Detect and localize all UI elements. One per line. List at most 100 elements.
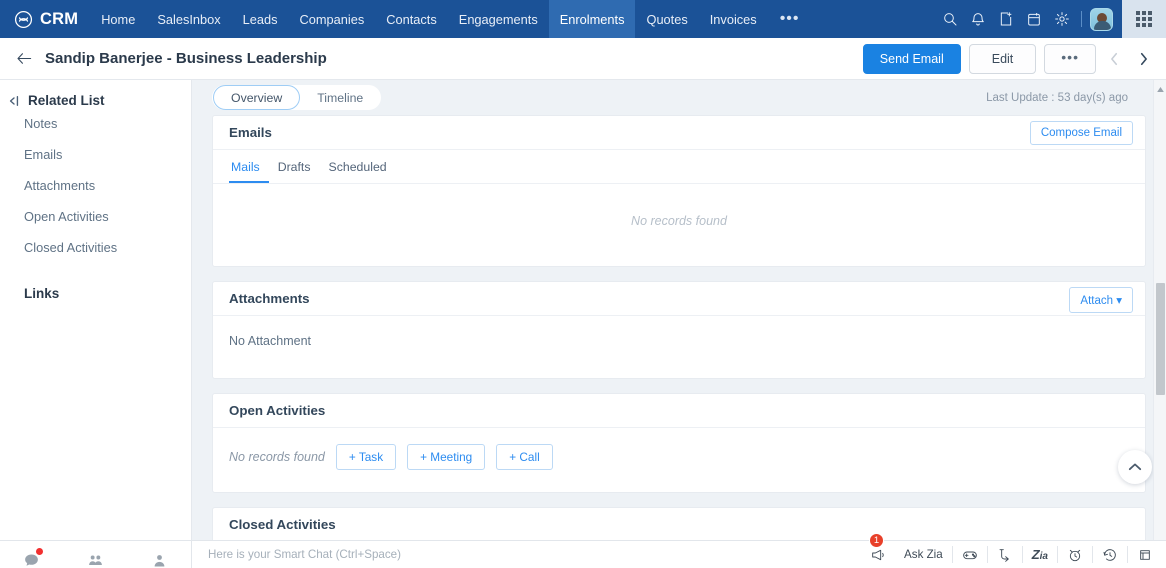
back-arrow-icon[interactable] — [0, 51, 45, 66]
previous-record-icon[interactable] — [1104, 52, 1125, 66]
attachments-card: Attachments Attach ▾ No Attachment — [212, 281, 1146, 379]
body-area: Related List Notes Emails Attachments Op… — [0, 80, 1166, 568]
nav-item-salesinbox[interactable]: SalesInbox — [146, 0, 231, 38]
history-clock-icon[interactable] — [1093, 541, 1127, 568]
overview-tabbar: Overview Timeline Last Update : 53 day(s… — [192, 80, 1166, 115]
nav-divider — [1081, 11, 1082, 27]
compose-email-button[interactable]: Compose Email — [1030, 121, 1133, 145]
page-title: Sandip Banerjee - Business Leadership — [45, 50, 327, 67]
view-toggle-group: Overview Timeline — [212, 85, 381, 110]
emails-card-title: Emails — [229, 125, 272, 140]
nav-item-enrolments[interactable]: Enrolments — [549, 0, 636, 38]
emails-empty-state: No records found — [213, 184, 1145, 266]
main-content: Overview Timeline Last Update : 53 day(s… — [192, 80, 1166, 568]
add-call-button[interactable]: + Call — [496, 444, 553, 470]
related-list-sidebar: Related List Notes Emails Attachments Op… — [0, 80, 192, 568]
next-record-icon[interactable] — [1133, 52, 1154, 66]
nav-item-contacts[interactable]: Contacts — [375, 0, 448, 38]
record-actions: Send Email Edit ••• — [863, 44, 1154, 74]
search-icon[interactable] — [936, 0, 964, 38]
top-nav-right-actions — [936, 0, 1166, 38]
emails-card: Emails Compose Email Mails Drafts Schedu… — [212, 115, 1146, 267]
nav-item-home[interactable]: Home — [90, 0, 146, 38]
notes-icon[interactable] — [1128, 541, 1162, 568]
sidebar-item-notes[interactable]: Notes — [0, 108, 191, 139]
subtab-mails[interactable]: Mails — [229, 160, 269, 183]
open-activities-card-header: Open Activities — [213, 394, 1145, 428]
chat-bubble-icon[interactable] — [14, 541, 50, 568]
scroll-to-top-button[interactable] — [1118, 450, 1152, 484]
emails-card-actions: Compose Email — [1030, 121, 1133, 145]
open-activities-card-title: Open Activities — [229, 403, 325, 418]
subtab-scheduled[interactable]: Scheduled — [320, 160, 396, 183]
person-icon[interactable] — [141, 541, 177, 568]
avatar[interactable] — [1090, 8, 1113, 31]
bottom-status-bar: Here is your Smart Chat (Ctrl+Space) 1 A… — [0, 540, 1166, 568]
cards-container: Emails Compose Email Mails Drafts Schedu… — [192, 115, 1166, 568]
attachments-card-title: Attachments — [229, 291, 310, 306]
alarm-clock-icon[interactable] — [1058, 541, 1092, 568]
nav-more-button[interactable]: ••• — [768, 0, 812, 38]
attach-dropdown-button[interactable]: Attach ▾ — [1069, 287, 1133, 313]
attachments-empty-state: No Attachment — [213, 316, 1145, 378]
crm-logo-text: CRM — [40, 10, 78, 29]
group-icon[interactable] — [77, 541, 113, 568]
primary-nav-items: Home SalesInbox Leads Companies Contacts… — [90, 0, 811, 38]
attachments-card-header: Attachments Attach ▾ — [213, 282, 1145, 316]
scrollbar-up-arrow-icon[interactable] — [1154, 82, 1166, 96]
zia-icon-text: Zia — [1032, 547, 1048, 562]
emails-subtabs: Mails Drafts Scheduled — [213, 150, 1145, 184]
vertical-scrollbar[interactable] — [1153, 80, 1166, 568]
closed-activities-card-title: Closed Activities — [229, 517, 336, 532]
open-activities-body: No records found + Task + Meeting + Call — [213, 428, 1145, 492]
chat-unread-dot — [36, 548, 43, 555]
collapse-panel-icon[interactable] — [8, 95, 20, 107]
crm-logo[interactable]: CRM — [0, 10, 90, 29]
settings-gear-icon[interactable] — [1048, 0, 1076, 38]
sidebar-item-emails[interactable]: Emails — [0, 139, 191, 170]
ask-zia-button[interactable]: Ask Zia — [895, 541, 952, 568]
sidebar-group-links: Links — [0, 263, 191, 301]
sidebar-item-open-activities[interactable]: Open Activities — [0, 201, 191, 232]
smart-chat-input[interactable]: Here is your Smart Chat (Ctrl+Space) — [192, 548, 861, 561]
record-header: Sandip Banerjee - Business Leadership Se… — [0, 38, 1166, 80]
subtab-drafts[interactable]: Drafts — [269, 160, 320, 183]
tab-overview[interactable]: Overview — [213, 85, 300, 110]
open-activities-card: Open Activities No records found + Task … — [212, 393, 1146, 493]
gamepad-icon[interactable] — [953, 541, 987, 568]
bottom-right-actions: 1 Ask Zia Zia — [861, 541, 1166, 568]
nav-item-companies[interactable]: Companies — [289, 0, 376, 38]
sidebar-item-closed-activities[interactable]: Closed Activities — [0, 232, 191, 263]
more-actions-button[interactable]: ••• — [1044, 44, 1096, 74]
scrollbar-thumb[interactable] — [1156, 283, 1165, 395]
notifications-bell-icon[interactable] — [964, 0, 992, 38]
sidebar-header: Related List — [0, 93, 191, 108]
zia-icon[interactable]: Zia — [1023, 541, 1057, 568]
bottom-left-icons — [0, 541, 192, 568]
flow-icon[interactable] — [988, 541, 1022, 568]
last-update-text: Last Update : 53 day(s) ago — [986, 92, 1128, 104]
add-meeting-button[interactable]: + Meeting — [407, 444, 485, 470]
edit-button[interactable]: Edit — [969, 44, 1037, 74]
emails-card-header: Emails Compose Email — [213, 116, 1145, 150]
ask-zia-label: Ask Zia — [904, 548, 943, 561]
nav-item-leads[interactable]: Leads — [232, 0, 289, 38]
top-navigation-bar: CRM Home SalesInbox Leads Companies Cont… — [0, 0, 1166, 38]
calendar-icon[interactable] — [1020, 0, 1048, 38]
open-activities-empty-state: No records found — [229, 450, 325, 464]
nav-item-quotes[interactable]: Quotes — [635, 0, 698, 38]
send-email-button[interactable]: Send Email — [863, 44, 961, 74]
closed-activities-card-header: Closed Activities — [213, 508, 1145, 542]
sidebar-item-attachments[interactable]: Attachments — [0, 170, 191, 201]
nav-item-engagements[interactable]: Engagements — [448, 0, 549, 38]
announcement-megaphone-icon[interactable]: 1 — [861, 541, 895, 568]
tab-timeline[interactable]: Timeline — [300, 85, 380, 110]
apps-grid-icon[interactable] — [1122, 0, 1166, 38]
crm-logo-icon — [14, 10, 33, 29]
chevron-up-icon — [1128, 462, 1142, 472]
attachments-card-actions: Attach ▾ — [1069, 287, 1133, 313]
add-note-icon[interactable] — [992, 0, 1020, 38]
nav-item-invoices[interactable]: Invoices — [699, 0, 768, 38]
announcement-badge: 1 — [869, 533, 884, 548]
add-task-button[interactable]: + Task — [336, 444, 396, 470]
